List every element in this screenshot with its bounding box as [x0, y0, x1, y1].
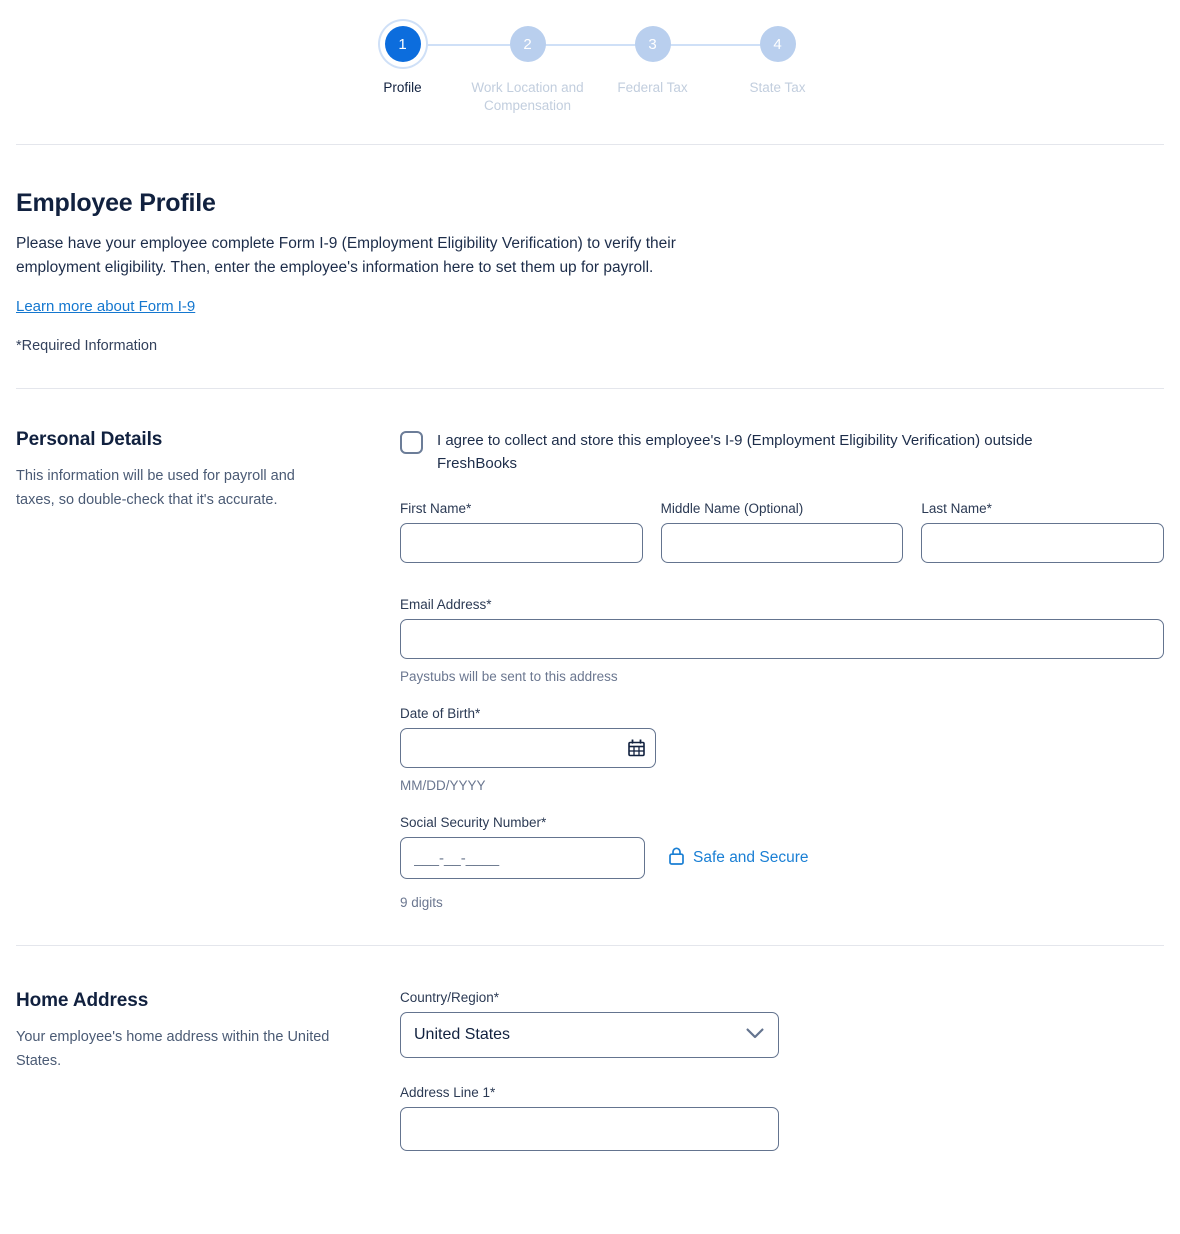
address-line-1-input[interactable]: [400, 1107, 779, 1151]
home-address-section: Home Address Your employee's home addres…: [0, 946, 1180, 1151]
first-name-field-group: First Name*: [400, 501, 643, 563]
home-address-title: Home Address: [16, 990, 149, 1011]
home-address-subtitle: Your employee's home address within the …: [16, 1029, 330, 1069]
ssn-field-group: Social Security Number* Safe and Secure …: [400, 815, 1164, 910]
address-line-1-input-wrapper: [400, 1107, 779, 1151]
date-of-birth-helper-text: MM/DD/YYYY: [400, 778, 486, 793]
step-1-label: Profile: [383, 80, 422, 95]
date-of-birth-label: Date of Birth*: [400, 706, 481, 721]
ssn-input[interactable]: [400, 837, 645, 879]
progress-stepper: 1 Profile 2 Work Location and Compensati…: [0, 0, 1180, 115]
i9-consent-row: I agree to collect and store this employ…: [400, 429, 1164, 475]
personal-details-fields-column: I agree to collect and store this employ…: [400, 429, 1165, 910]
step-3-number: 3: [634, 26, 671, 62]
personal-details-subtitle: This information will be used for payrol…: [16, 468, 295, 508]
date-of-birth-input-wrapper: [400, 728, 656, 768]
email-input[interactable]: [400, 619, 1164, 659]
country-region-field-group: Country/Region*: [400, 990, 1164, 1058]
page-title: Employee Profile: [16, 189, 216, 217]
last-name-input[interactable]: [921, 523, 1165, 563]
ssn-helper-text: 9 digits: [400, 895, 443, 910]
personal-details-description-column: Personal Details This information will b…: [16, 429, 400, 910]
step-3-circle-holder: 3: [590, 20, 778, 68]
ssn-label: Social Security Number*: [400, 815, 547, 830]
ssn-row: Safe and Secure: [400, 837, 1164, 879]
lock-icon: [669, 846, 693, 870]
step-4-circle-holder: 4: [715, 20, 840, 68]
step-1-circle-holder: 1: [340, 20, 528, 68]
name-fields-row: First Name* Middle Name (Optional) Last …: [400, 501, 1165, 563]
home-address-fields-column: Country/Region* Address Line 1*: [400, 990, 1164, 1151]
step-2-circle-holder: 2: [465, 20, 653, 68]
step-3-label: Federal Tax: [617, 80, 688, 95]
step-1-profile[interactable]: 1 Profile: [340, 20, 528, 97]
safe-and-secure-note: Safe and Secure: [669, 846, 809, 870]
first-name-label: First Name*: [400, 501, 472, 516]
address-line-1-label: Address Line 1*: [400, 1085, 496, 1100]
i9-consent-label: I agree to collect and store this employ…: [437, 432, 1033, 472]
middle-name-label: Middle Name (Optional): [660, 501, 804, 516]
last-name-label: Last Name*: [921, 501, 992, 516]
page-description: Please have your employee complete Form …: [16, 235, 676, 276]
learn-more-form-i9-link[interactable]: Learn more about Form I-9: [16, 298, 195, 315]
personal-details-section: Personal Details This information will b…: [0, 389, 1180, 910]
date-of-birth-field-group: Date of Birth* MM/DD/YYYY: [400, 706, 1164, 793]
country-region-select[interactable]: [400, 1012, 779, 1058]
step-3-federal-tax[interactable]: 3 Federal Tax: [590, 20, 778, 97]
country-region-label: Country/Region*: [400, 990, 500, 1005]
personal-details-title: Personal Details: [16, 429, 163, 450]
date-of-birth-input[interactable]: [400, 728, 656, 768]
page-header: Employee Profile Please have your employ…: [0, 145, 1180, 354]
middle-name-input[interactable]: [660, 523, 904, 563]
first-name-input[interactable]: [400, 523, 643, 563]
safe-and-secure-label: Safe and Secure: [693, 849, 809, 866]
middle-name-field-group: Middle Name (Optional): [660, 501, 904, 563]
step-2-label: Work Location and Compensation: [471, 80, 584, 113]
step-4-state-tax[interactable]: 4 State Tax: [715, 20, 840, 97]
required-information-note: *Required Information: [16, 338, 158, 354]
ssn-input-wrapper: [400, 837, 645, 879]
i9-consent-checkbox[interactable]: [400, 431, 423, 454]
email-label: Email Address*: [400, 597, 492, 612]
address-line-1-field-group: Address Line 1*: [400, 1085, 1164, 1151]
step-2-work-location-compensation[interactable]: 2 Work Location and Compensation: [465, 20, 653, 115]
step-4-number: 4: [759, 26, 796, 62]
email-helper-text: Paystubs will be sent to this address: [400, 669, 618, 684]
country-region-select-wrapper: [400, 1012, 779, 1058]
email-field-group: Email Address* Paystubs will be sent to …: [400, 597, 1164, 684]
step-4-label: State Tax: [749, 80, 806, 95]
last-name-field-group: Last Name*: [921, 501, 1165, 563]
home-address-description-column: Home Address Your employee's home addres…: [16, 990, 400, 1151]
step-1-number: 1: [384, 26, 421, 62]
step-2-number: 2: [509, 26, 546, 62]
